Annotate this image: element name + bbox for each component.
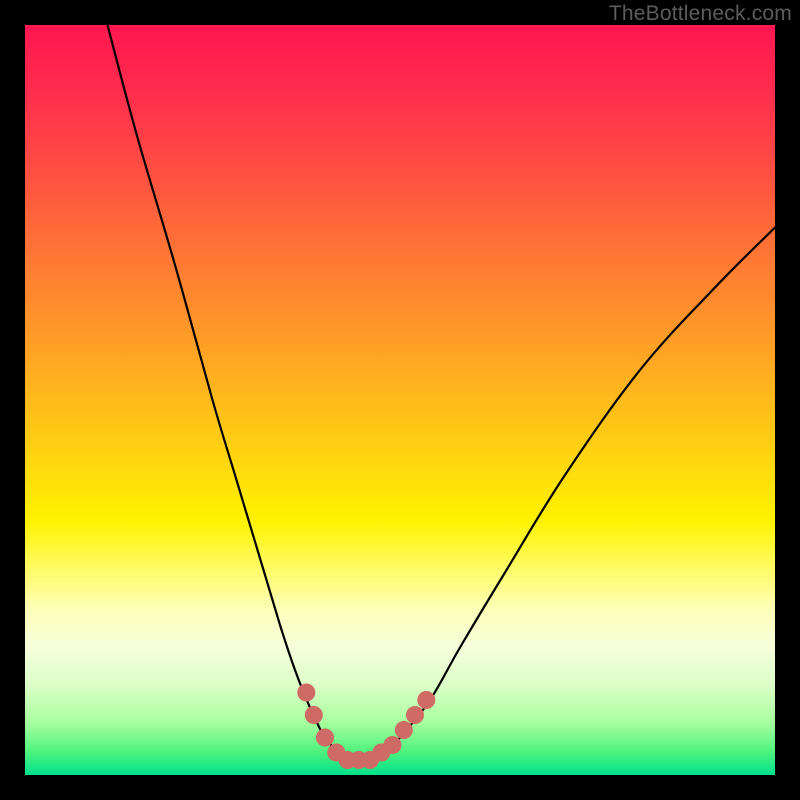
highlight-marker (406, 706, 424, 724)
highlight-marker (372, 744, 390, 762)
highlight-marker (361, 751, 379, 769)
highlight-marker (327, 744, 345, 762)
highlight-marker (417, 691, 435, 709)
highlight-marker (384, 736, 402, 754)
highlight-marker (316, 729, 334, 747)
watermark-text: TheBottleneck.com (609, 2, 792, 26)
highlight-marker (339, 751, 357, 769)
highlight-marker (297, 684, 315, 702)
highlight-marker (395, 721, 413, 739)
chart-svg (25, 25, 775, 775)
chart-frame: TheBottleneck.com (0, 0, 800, 800)
plot-area (25, 25, 775, 775)
highlight-markers (297, 684, 435, 770)
bottleneck-curve-path (108, 25, 776, 761)
highlight-marker (350, 751, 368, 769)
highlight-marker (305, 706, 323, 724)
